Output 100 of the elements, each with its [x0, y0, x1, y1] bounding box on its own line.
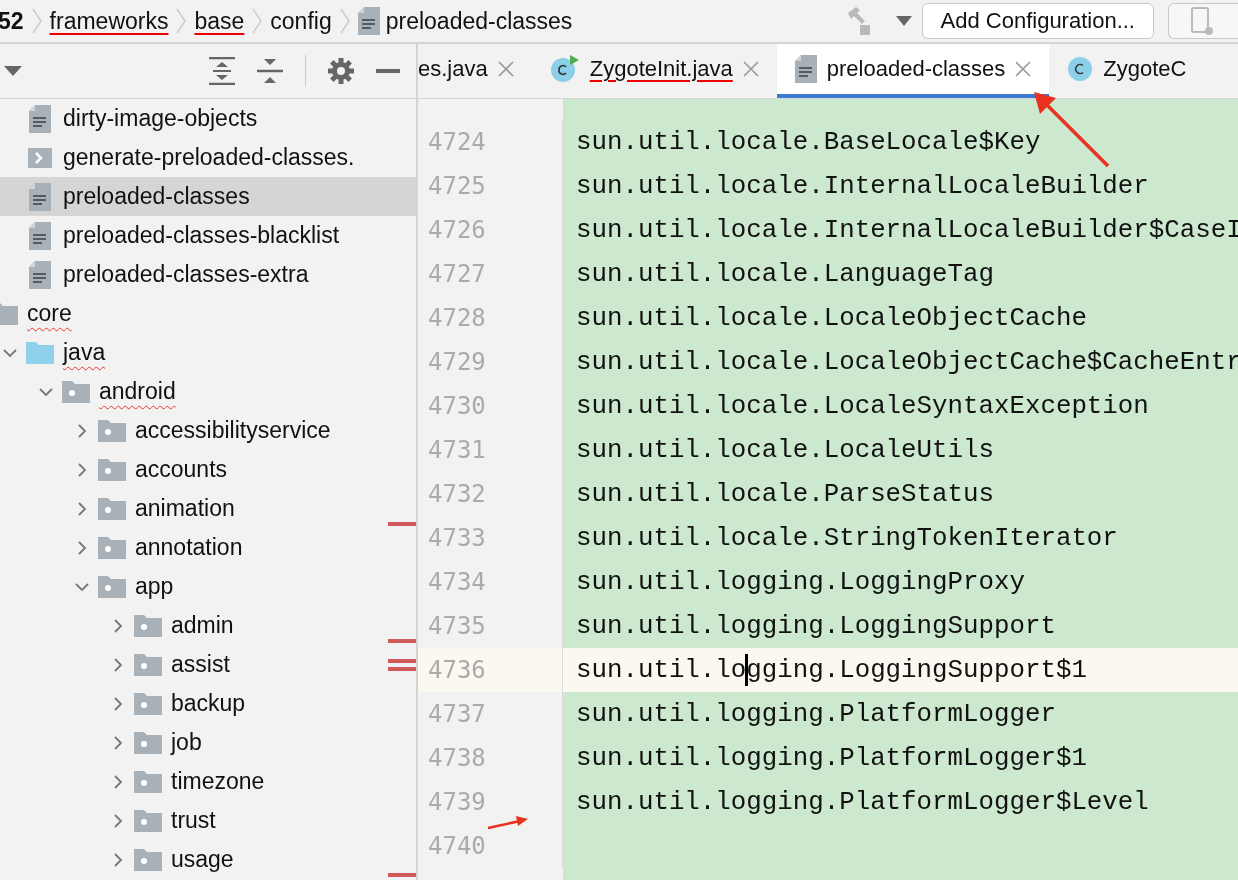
breadcrumb-item[interactable]: config — [264, 7, 338, 35]
line-number: 4730 — [418, 384, 563, 428]
tree-item-label: core — [27, 300, 72, 327]
tree-item[interactable]: timezone — [0, 762, 416, 801]
editor-tab[interactable]: es.java — [418, 44, 532, 98]
package-folder-icon — [98, 458, 126, 481]
document-icon — [29, 182, 51, 211]
document-icon — [29, 221, 51, 250]
editor-tab[interactable]: ZygoteInit.java — [531, 44, 777, 98]
tree-item[interactable]: assist — [0, 645, 416, 684]
tree-item[interactable]: preloaded-classes — [0, 177, 416, 216]
tree-item-label: timezone — [171, 768, 265, 795]
class-icon — [1067, 56, 1094, 82]
caret-down-icon[interactable] — [4, 66, 22, 76]
tree-item[interactable]: accessibilityservice — [0, 411, 416, 450]
tree-item[interactable]: admin — [0, 606, 416, 645]
editor-tab[interactable]: ZygoteC — [1049, 44, 1205, 98]
close-icon[interactable] — [1015, 61, 1032, 77]
code-line: sun.util.locale.ParseStatus — [575, 479, 994, 509]
breadcrumb-item[interactable]: frameworks — [43, 7, 175, 35]
line-number: 4736 — [418, 648, 563, 692]
code-line: sun.util.locale.LocaleUtils — [575, 435, 994, 465]
breadcrumb-item[interactable]: preloaded-classes — [379, 7, 579, 35]
tree-item[interactable]: trust — [0, 801, 416, 840]
folder-icon — [26, 341, 54, 364]
close-icon[interactable] — [742, 61, 759, 77]
chevron-right-icon — [174, 6, 189, 36]
tree-item[interactable]: java — [0, 333, 416, 372]
tree-item-label: preloaded-classes — [63, 183, 250, 210]
add-configuration-button[interactable]: Add Configuration... — [921, 3, 1154, 39]
package-folder-icon — [134, 614, 162, 637]
tree-item[interactable]: preloaded-classes-blacklist — [0, 216, 416, 255]
code-line: sun.util.logging.PlatformLogger$Level — [575, 787, 1149, 817]
expand-all-icon[interactable] — [209, 57, 235, 85]
tree-item-label: java — [63, 339, 106, 366]
tree-item[interactable]: usage — [0, 840, 416, 879]
tree-item-label: dirty-image-objects — [63, 105, 258, 132]
document-icon — [29, 260, 51, 289]
chevron-right-icon — [337, 6, 352, 36]
tree-item[interactable]: app — [0, 567, 416, 606]
caret-down-icon[interactable] — [895, 16, 912, 26]
code-line: sun.util.logging.PlatformLogger$1 — [575, 743, 1087, 773]
collapse-all-icon[interactable] — [257, 57, 283, 85]
tree-item-label: preloaded-classes-extra — [63, 261, 309, 288]
line-number: 4724 — [418, 120, 563, 164]
line-number: 4729 — [418, 340, 563, 384]
line-number: 4726 — [418, 208, 563, 252]
tree-item-label: trust — [171, 807, 216, 834]
code-editor[interactable] — [418, 99, 1238, 880]
phone-icon — [1191, 7, 1213, 35]
code-line: sun.util.locale.BaseLocale$Key — [575, 127, 1041, 157]
breadcrumb-item[interactable]: base — [188, 7, 251, 35]
tree-item[interactable]: generate-preloaded-classes. — [0, 138, 416, 177]
tree-item-label: backup — [171, 690, 246, 717]
package-folder-icon — [98, 575, 126, 598]
tree-item[interactable]: job — [0, 723, 416, 762]
chevron-right-icon — [29, 6, 44, 36]
line-number: 4727 — [418, 252, 563, 296]
tree-item[interactable]: annotation — [0, 528, 416, 567]
tree-item-label: accounts — [135, 456, 228, 483]
package-folder-icon — [98, 419, 126, 442]
tree-item[interactable]: animation — [0, 489, 416, 528]
tree-item-label: preloaded-classes-blacklist — [63, 222, 340, 249]
tree-item-label: admin — [171, 612, 234, 639]
close-icon[interactable] — [497, 61, 514, 77]
terminal-icon — [28, 147, 52, 168]
code-line: sun.util.logging.LoggingProxy — [575, 567, 1025, 597]
line-number: 4725 — [418, 164, 563, 208]
tree-item-label: usage — [171, 846, 234, 873]
code-line: sun.util.locale.LanguageTag — [575, 259, 994, 289]
tree-item-label: job — [171, 729, 202, 756]
chevron-right-icon — [250, 6, 265, 36]
editor-tab[interactable]: preloaded-classes — [776, 44, 1050, 98]
package-folder-icon — [134, 731, 162, 754]
document-icon — [794, 55, 817, 83]
code-line: sun.util.locale.LocaleSyntaxException — [575, 391, 1149, 421]
code-line: sun.util.locale.LocaleObjectCache — [575, 303, 1087, 333]
tree-item[interactable]: preloaded-classes-extra — [0, 255, 416, 294]
settings-icon[interactable] — [328, 58, 354, 84]
tree-item[interactable]: backup — [0, 684, 416, 723]
class-icon — [549, 55, 580, 83]
tree-item[interactable]: core — [0, 294, 416, 333]
line-number: 4731 — [418, 428, 563, 472]
tree-item-label: assist — [171, 651, 230, 678]
tree-item[interactable]: dirty-image-objects — [0, 99, 416, 138]
document-icon — [29, 104, 51, 133]
package-folder-icon — [98, 536, 126, 559]
tree-item[interactable]: android — [0, 372, 416, 411]
code-line: sun.util.locale.StringTokenIterator — [575, 523, 1118, 553]
line-number: 4738 — [418, 736, 563, 780]
line-number: 4737 — [418, 692, 563, 736]
package-folder-icon — [98, 497, 126, 520]
tree-item[interactable]: accounts — [0, 450, 416, 489]
package-folder-icon — [134, 653, 162, 676]
tree-item-label: app — [135, 573, 174, 600]
tree-item-label: animation — [135, 495, 235, 522]
document-icon — [357, 7, 380, 35]
arrow-annotation — [486, 814, 530, 830]
package-folder-icon — [134, 770, 162, 793]
code-line: sun.util.logging.LoggingSupport$1 — [575, 654, 1087, 686]
